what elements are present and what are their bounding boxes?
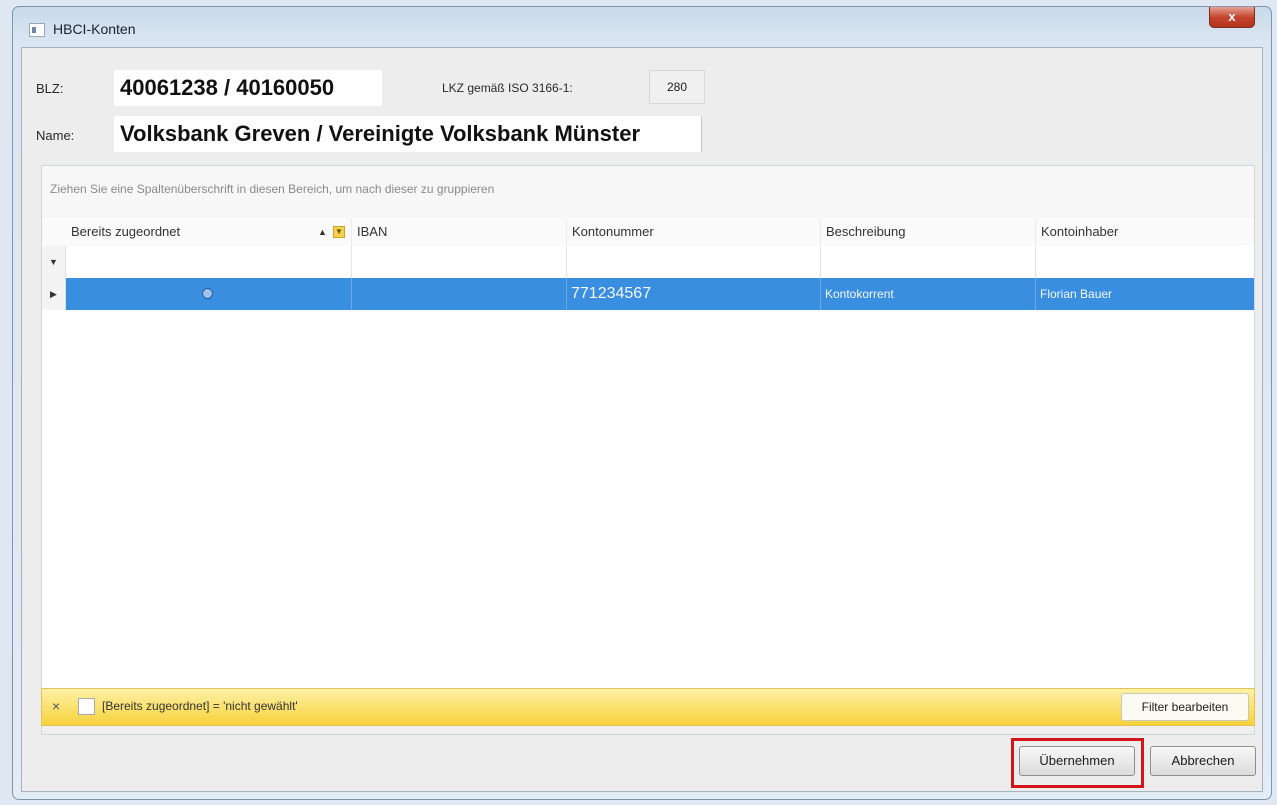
column-header-iban[interactable]: IBAN: [352, 218, 567, 246]
filter-expression[interactable]: [Bereits zugeordnet] = 'nicht gewählt': [102, 699, 298, 713]
filter-bar: × [Bereits zugeordnet] = 'nicht gewählt'…: [41, 688, 1255, 726]
sort-ascending-icon[interactable]: ▲: [318, 218, 327, 246]
close-button[interactable]: x: [1209, 7, 1255, 28]
lkz-label: LKZ gemäß ISO 3166-1:: [442, 81, 573, 95]
current-row-indicator-icon: ▶: [42, 278, 66, 310]
accounts-grid: Ziehen Sie eine Spaltenüberschrift in di…: [41, 165, 1255, 735]
column-header-kontonummer[interactable]: Kontonummer: [567, 218, 821, 246]
cell-kontoinhaber[interactable]: Florian Bauer: [1036, 278, 1254, 310]
clear-filter-icon[interactable]: ×: [52, 698, 60, 714]
filter-row-icon: ▼: [42, 246, 66, 278]
header-indicator: [42, 218, 66, 246]
name-label: Name:: [36, 128, 75, 143]
column-header-kontoinhaber[interactable]: Kontoinhaber: [1036, 218, 1254, 246]
cell-kontonummer[interactable]: 771234567: [567, 278, 821, 310]
column-header-bereits-zugeordnet[interactable]: Bereits zugeordnet ▲ ▼: [66, 218, 352, 246]
filter-cell-iban[interactable]: [352, 246, 567, 278]
dialog-body: BLZ: 40061238 / 40160050 LKZ gemäß ISO 3…: [21, 47, 1263, 792]
lkz-field[interactable]: 280: [649, 70, 705, 104]
table-row[interactable]: ▶ 771234567 Kontokorrent Florian Bauer: [42, 278, 1254, 310]
window-icon: [29, 23, 45, 37]
column-header-label: Bereits zugeordnet: [71, 224, 181, 239]
accept-button-highlight: [1011, 738, 1144, 788]
cell-iban[interactable]: [352, 278, 567, 310]
hbci-konten-dialog: HBCI-Konten x BLZ: 40061238 / 40160050 L…: [12, 6, 1272, 800]
column-header-beschreibung[interactable]: Beschreibung: [821, 218, 1036, 246]
radio-icon[interactable]: [202, 288, 213, 299]
cancel-button[interactable]: Abbrechen: [1150, 746, 1256, 776]
filter-enable-checkbox[interactable]: [78, 698, 95, 715]
cell-beschreibung[interactable]: Kontokorrent: [821, 278, 1036, 310]
filter-cell-bereits-zugeordnet[interactable]: [66, 246, 352, 278]
edit-filter-button[interactable]: Filter bearbeiten: [1121, 693, 1249, 721]
name-field[interactable]: Volksbank Greven / Vereinigte Volksbank …: [114, 116, 702, 152]
filter-funnel-icon[interactable]: ▼: [333, 226, 345, 238]
cell-bereits-zugeordnet[interactable]: [66, 278, 352, 310]
filter-cell-beschreibung[interactable]: [821, 246, 1036, 278]
blz-label: BLZ:: [36, 81, 64, 96]
window-title: HBCI-Konten: [53, 21, 136, 37]
filter-cell-kontonummer[interactable]: [567, 246, 821, 278]
group-by-panel[interactable]: Ziehen Sie eine Spaltenüberschrift in di…: [42, 166, 1254, 218]
auto-filter-row: ▼: [42, 246, 1254, 279]
blz-field[interactable]: 40061238 / 40160050: [114, 70, 382, 106]
grid-header-row: Bereits zugeordnet ▲ ▼ IBAN Kontonummer …: [42, 218, 1254, 247]
filter-cell-kontoinhaber[interactable]: [1036, 246, 1254, 278]
